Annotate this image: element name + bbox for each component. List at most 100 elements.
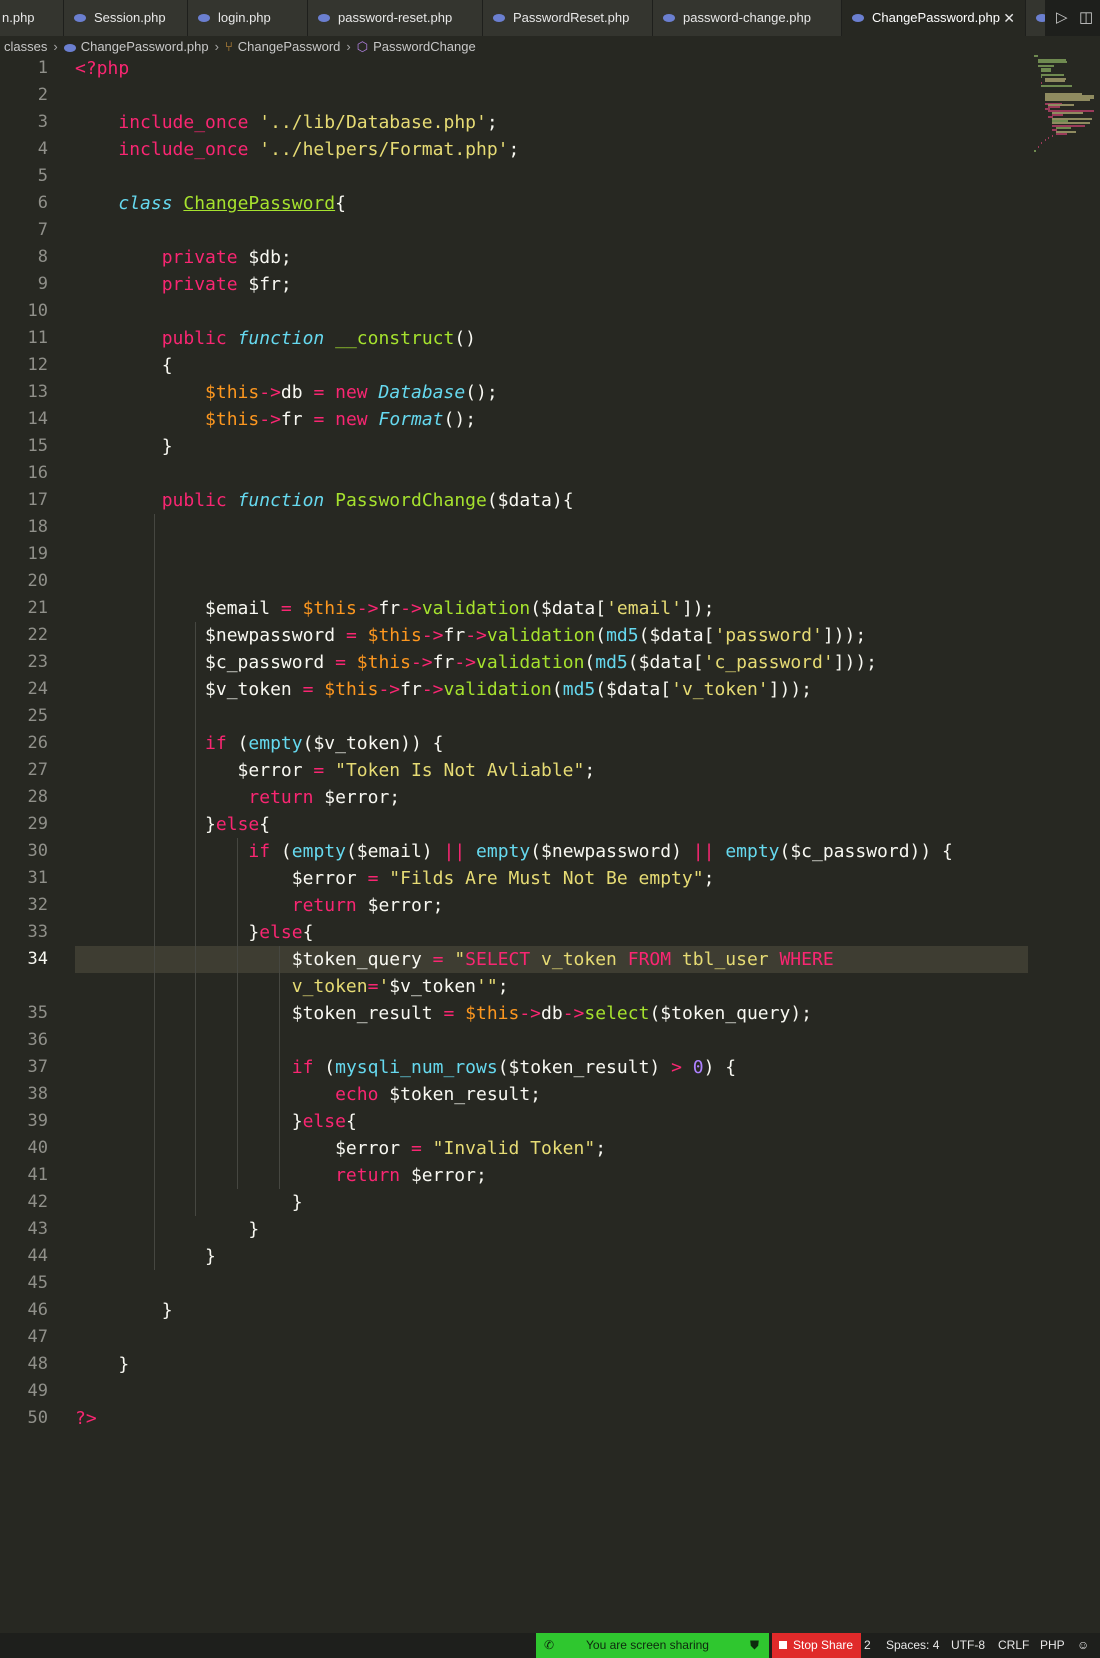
- line-number: 29: [27, 814, 48, 834]
- status-encoding[interactable]: UTF-8: [951, 1633, 985, 1658]
- code-line[interactable]: $email = $this->fr->validation($data['em…: [75, 595, 714, 622]
- code-line[interactable]: ?>: [75, 1405, 97, 1432]
- code-line[interactable]: $token_result = $this->db->select($token…: [75, 1000, 812, 1027]
- tab-label: password-reset.php: [338, 10, 453, 25]
- code-line[interactable]: v_token='$v_token'";: [75, 973, 509, 1000]
- breadcrumb: classes › ChangePassword.php › ⑂ ChangePasswo…: [0, 36, 1100, 58]
- method-icon: ⬡: [356, 39, 369, 54]
- line-number: 17: [27, 490, 48, 510]
- line-number: 43: [27, 1219, 48, 1239]
- code-line[interactable]: echo $token_result;: [75, 1081, 541, 1108]
- minimap-line: [1044, 79, 1065, 82]
- tab-login-php[interactable]: login.php: [188, 0, 308, 36]
- minimap-line: [1041, 81, 1042, 84]
- code-line[interactable]: }: [75, 433, 173, 460]
- status-indentation[interactable]: Spaces: 4: [886, 1633, 939, 1658]
- tab-label: ChangePassword.php: [872, 10, 1000, 25]
- code-line[interactable]: if (empty($v_token)) {: [75, 730, 443, 757]
- code-line[interactable]: }else{: [75, 1108, 357, 1135]
- code-line[interactable]: }: [75, 1297, 173, 1324]
- status-language[interactable]: PHP: [1040, 1633, 1065, 1658]
- tab-passwordreset-php[interactable]: PasswordReset.php: [483, 0, 653, 36]
- close-icon[interactable]: ✕: [1003, 0, 1015, 36]
- code-line[interactable]: return $error;: [75, 1162, 487, 1189]
- shield-icon: ⛊: [750, 1638, 760, 1652]
- line-number: 47: [27, 1327, 48, 1347]
- breadcrumb-method[interactable]: PasswordChange: [373, 36, 476, 58]
- code-line[interactable]: public function PasswordChange($data){: [75, 487, 574, 514]
- status-line-endings[interactable]: CRLF: [998, 1633, 1029, 1658]
- code-line[interactable]: $token_query = "SELECT v_token FROM tbl_…: [75, 946, 834, 973]
- code-line[interactable]: $newpassword = $this->fr->validation(md5…: [75, 622, 866, 649]
- php-file-icon: [493, 13, 505, 22]
- line-number: 12: [27, 355, 48, 375]
- minimap-line: [1034, 150, 1036, 152]
- split-editor-icon[interactable]: ◫: [1079, 8, 1093, 26]
- code-line[interactable]: }: [75, 1189, 303, 1216]
- line-number: 35: [27, 1003, 48, 1023]
- code-line[interactable]: }: [75, 1216, 259, 1243]
- code-line[interactable]: }else{: [75, 811, 270, 838]
- code-line[interactable]: $error = "Invalid Token";: [75, 1135, 606, 1162]
- code-line[interactable]: return $error;: [75, 892, 444, 919]
- code-line[interactable]: }else{: [75, 919, 313, 946]
- editor-actions: ▷ ◫: [1046, 0, 1100, 36]
- line-number: 45: [27, 1273, 48, 1293]
- tab-changepassword-php[interactable]: ChangePassword.php ✕: [842, 0, 1026, 36]
- code-line[interactable]: private $fr;: [75, 271, 292, 298]
- tab-overflow[interactable]: [1026, 0, 1046, 36]
- code-line[interactable]: if (empty($email) || empty($newpassword)…: [75, 838, 953, 865]
- php-file-icon: [198, 13, 210, 22]
- minimap-line: [1041, 70, 1051, 73]
- line-number: 31: [27, 868, 48, 888]
- code-line[interactable]: <?php: [75, 55, 129, 82]
- code-line[interactable]: $error = "Token Is Not Avliable";: [75, 757, 596, 784]
- feedback-icon[interactable]: ☺: [1077, 1633, 1089, 1658]
- code-line[interactable]: $this->fr = new Format();: [75, 406, 476, 433]
- line-number: 15: [27, 436, 48, 456]
- code-line[interactable]: if (mysqli_num_rows($token_result) > 0) …: [75, 1054, 736, 1081]
- line-number: 38: [27, 1084, 48, 1104]
- code-line[interactable]: }: [75, 1351, 129, 1378]
- code-line[interactable]: $error = "Filds Are Must Not Be empty";: [75, 865, 715, 892]
- screen-sharing-banner[interactable]: ✆ You are screen sharing ⛊: [536, 1633, 769, 1658]
- line-number: 20: [27, 571, 48, 591]
- code-line[interactable]: return $error;: [75, 784, 400, 811]
- tab-password-reset-php[interactable]: password-reset.php: [308, 0, 483, 36]
- line-number: 32: [27, 895, 48, 915]
- line-number: 50: [27, 1408, 48, 1428]
- line-number: 7: [37, 220, 48, 240]
- code-editor[interactable]: 1 <?php 2 3 include_once '../lib/Database.p…: [0, 58, 1028, 1633]
- status-bar: ✆ You are screen sharing ⛊ Stop Share 2 …: [0, 1633, 1100, 1658]
- line-number: 22: [27, 625, 48, 645]
- tab-password-change-php[interactable]: password-change.php: [653, 0, 842, 36]
- tab-label: login.php: [218, 10, 271, 25]
- line-number: 11: [27, 328, 48, 348]
- code-line[interactable]: $c_password = $this->fr->validation(md5(…: [75, 649, 877, 676]
- code-line[interactable]: class ChangePassword{: [75, 190, 346, 217]
- line-number: 42: [27, 1192, 48, 1212]
- php-file-icon: [74, 13, 86, 22]
- php-file-icon: [318, 13, 330, 22]
- code-line[interactable]: private $db;: [75, 244, 292, 271]
- breadcrumb-class[interactable]: ChangePassword: [238, 36, 341, 58]
- line-number: 25: [27, 706, 48, 726]
- code-line[interactable]: $v_token = $this->fr->validation(md5($da…: [75, 676, 812, 703]
- code-line[interactable]: }: [75, 1243, 216, 1270]
- status-line-fragment[interactable]: 2: [864, 1633, 871, 1658]
- code-line[interactable]: include_once '../lib/Database.php';: [75, 109, 497, 136]
- line-number: 41: [27, 1165, 48, 1185]
- tab-n-php[interactable]: n.php: [0, 0, 64, 36]
- tab-label: PasswordReset.php: [513, 10, 630, 25]
- tab-session-php[interactable]: Session.php: [64, 0, 188, 36]
- code-line[interactable]: include_once '../helpers/Format.php';: [75, 136, 519, 163]
- tab-label: Session.php: [94, 10, 166, 25]
- code-line[interactable]: public function __construct(): [75, 325, 476, 352]
- code-line[interactable]: {: [75, 352, 173, 379]
- run-icon[interactable]: ▷: [1056, 8, 1068, 26]
- code-line[interactable]: $this->db = new Database();: [75, 379, 498, 406]
- stop-share-button[interactable]: Stop Share: [772, 1633, 861, 1658]
- minimap-line: [1055, 132, 1067, 135]
- minimap[interactable]: [1034, 55, 1100, 155]
- line-number: 40: [27, 1138, 48, 1158]
